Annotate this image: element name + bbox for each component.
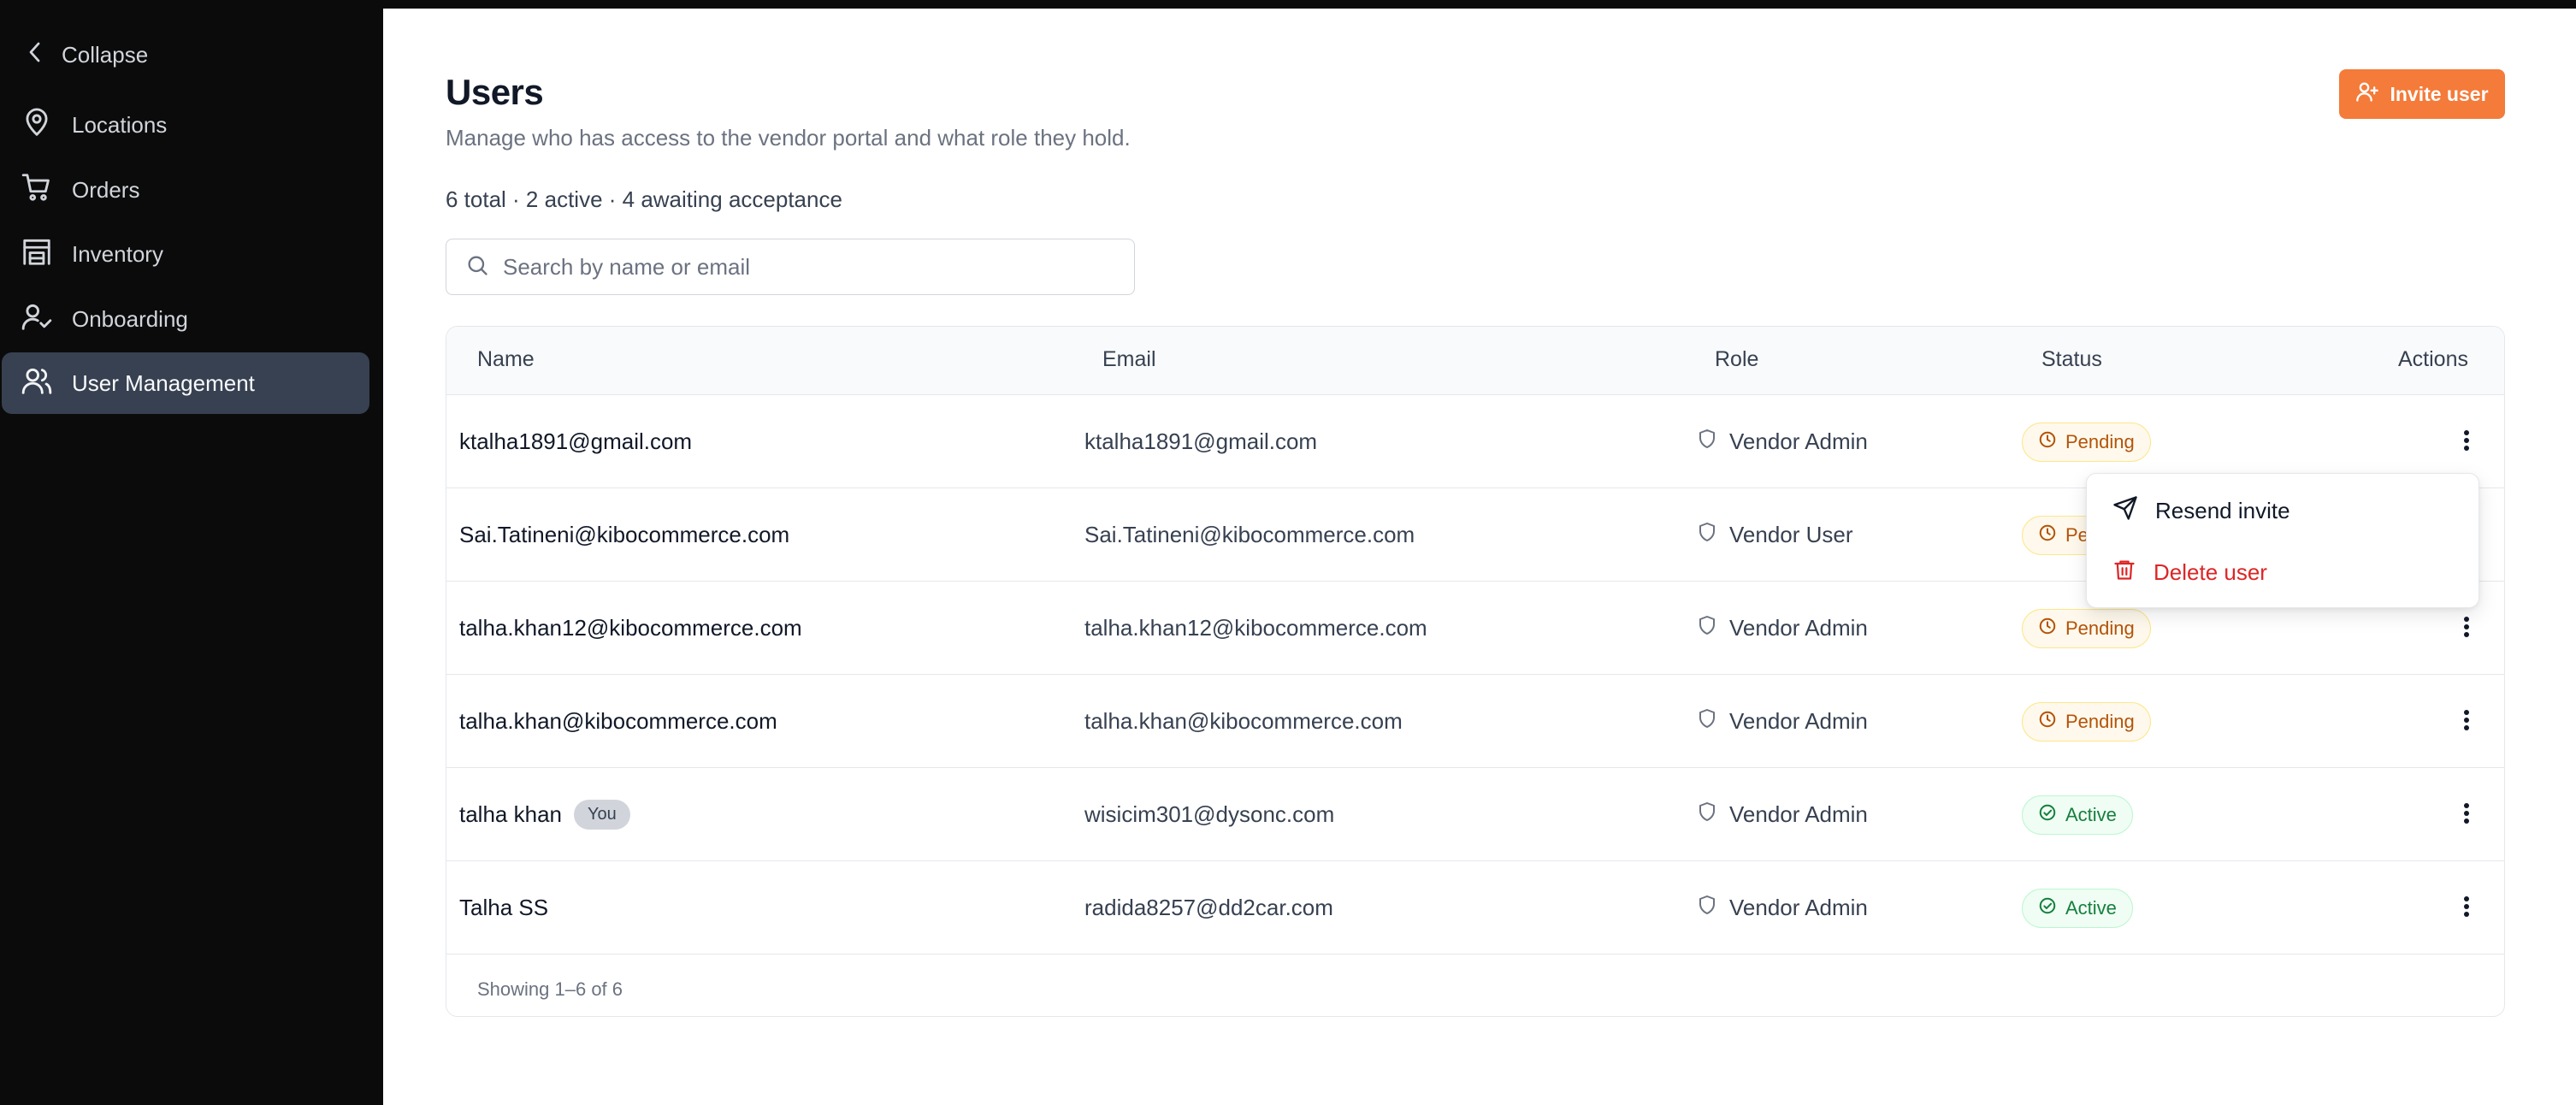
row-actions-button[interactable]: [2448, 703, 2485, 741]
invite-user-label: Invite user: [2390, 82, 2489, 105]
user-name: talha.khan12@kibocommerce.com: [459, 615, 802, 641]
send-icon: [2112, 495, 2138, 527]
search-icon: [465, 253, 489, 281]
search-box: [446, 239, 1135, 295]
you-badge: You: [573, 800, 630, 830]
clock-icon: [2038, 430, 2057, 454]
column-header-actions: Actions: [2398, 347, 2468, 371]
sidebar-item-orders[interactable]: Orders: [2, 159, 369, 221]
shopping-cart-icon: [21, 171, 53, 210]
collapse-label: Collapse: [62, 41, 149, 68]
table-footer: Showing 1–6 of 6: [477, 978, 623, 1000]
table-row: Talha SS radida8257@dd2car.com Vendor Ad…: [446, 861, 2504, 954]
shield-icon: [1697, 801, 1717, 829]
shield-icon: [1697, 707, 1717, 736]
shield-icon: [1697, 894, 1717, 922]
user-name: talha khan: [459, 801, 562, 827]
sidebar-item-label: User Management: [72, 369, 255, 396]
more-vertical-icon: [2462, 801, 2471, 828]
sidebar-item-locations[interactable]: Locations: [2, 94, 369, 156]
user-name: talha.khan@kibocommerce.com: [459, 708, 777, 734]
user-role: Vendor Admin: [1729, 428, 1868, 454]
user-role: Vendor Admin: [1729, 708, 1868, 734]
sidebar-item-label: Orders: [72, 176, 140, 203]
page-subtitle: Manage who has access to the vendor port…: [446, 125, 1131, 151]
user-email: Sai.Tatineni@kibocommerce.com: [1084, 522, 1415, 547]
user-email: talha.khan@kibocommerce.com: [1084, 708, 1403, 734]
status-label: Pending: [2065, 710, 2135, 732]
user-email: wisicim301@dysonc.com: [1084, 801, 1335, 827]
sidebar-item-inventory[interactable]: Inventory: [2, 223, 369, 285]
sidebar-item-onboarding[interactable]: Onboarding: [2, 288, 369, 350]
more-vertical-icon: [2462, 615, 2471, 641]
resend-invite-menu-item[interactable]: Resend invite: [2095, 482, 2472, 539]
user-role: Vendor Admin: [1729, 615, 1868, 641]
shield-icon: [1697, 428, 1717, 456]
row-actions-button[interactable]: [2448, 889, 2485, 927]
status-label: Active: [2065, 896, 2117, 919]
status-badge: Pending: [2022, 608, 2151, 648]
user-name: Talha SS: [459, 895, 549, 920]
check-circle-icon: [2038, 803, 2057, 827]
user-check-icon: [21, 300, 53, 339]
menu-item-label: Resend invite: [2155, 497, 2290, 523]
user-role: Vendor Admin: [1729, 895, 1868, 920]
users-table: Name Email Role Status Actions ktalha189…: [446, 326, 2505, 1017]
more-vertical-icon: [2462, 895, 2471, 921]
menu-item-label: Delete user: [2154, 558, 2267, 585]
user-summary: 6 total · 2 active · 4 awaiting acceptan…: [446, 186, 842, 212]
clock-icon: [2038, 710, 2057, 734]
sidebar: Collapse Locations Orders Inventory Onbo…: [0, 0, 383, 1105]
map-pin-icon: [21, 106, 53, 145]
table-header: Name Email Role Status Actions: [446, 327, 2504, 395]
warehouse-icon: [21, 235, 53, 274]
page-title: Users: [446, 72, 544, 112]
row-actions-button[interactable]: [2448, 796, 2485, 834]
shield-icon: [1697, 614, 1717, 642]
user-email: talha.khan12@kibocommerce.com: [1084, 615, 1427, 641]
clock-icon: [2038, 523, 2057, 547]
more-vertical-icon: [2462, 708, 2471, 735]
column-header-name[interactable]: Name: [477, 347, 535, 372]
collapse-button[interactable]: Collapse: [26, 38, 148, 72]
trash-icon: [2112, 557, 2136, 588]
column-header-status[interactable]: Status: [2041, 347, 2102, 372]
user-role: Vendor Admin: [1729, 801, 1868, 827]
user-name: ktalha1891@gmail.com: [459, 428, 693, 454]
sidebar-item-user-management[interactable]: User Management: [2, 352, 369, 414]
more-vertical-icon: [2462, 428, 2471, 455]
row-actions-button[interactable]: [2448, 423, 2485, 461]
invite-user-button[interactable]: Invite user: [2339, 69, 2505, 119]
status-badge: Pending: [2022, 422, 2151, 462]
status-label: Pending: [2065, 430, 2135, 452]
table-row: talha.khan@kibocommerce.com talha.khan@k…: [446, 675, 2504, 768]
row-actions-menu: Resend invite Delete user: [2086, 473, 2479, 608]
sidebar-item-label: Locations: [72, 111, 168, 138]
status-badge: Active: [2022, 795, 2133, 835]
search-input[interactable]: [503, 253, 1102, 281]
top-bar: [0, 0, 2576, 9]
user-email: ktalha1891@gmail.com: [1084, 428, 1318, 454]
status-label: Active: [2065, 803, 2117, 825]
row-actions-button[interactable]: [2448, 610, 2485, 647]
status-label: Pending: [2065, 617, 2135, 639]
table-row: talha khan You wisicim301@dysonc.com Ven…: [446, 768, 2504, 861]
column-header-email[interactable]: Email: [1102, 347, 1156, 372]
user-plus-icon: [2355, 80, 2379, 109]
user-role: Vendor User: [1729, 522, 1853, 547]
status-badge: Active: [2022, 888, 2133, 928]
clock-icon: [2038, 617, 2057, 641]
check-circle-icon: [2038, 896, 2057, 920]
sidebar-item-label: Onboarding: [72, 305, 188, 332]
user-name: Sai.Tatineni@kibocommerce.com: [459, 522, 790, 547]
users-icon: [21, 364, 53, 403]
sidebar-item-label: Inventory: [72, 240, 163, 267]
shield-icon: [1697, 521, 1717, 549]
delete-user-menu-item[interactable]: Delete user: [2095, 544, 2472, 600]
user-email: radida8257@dd2car.com: [1084, 895, 1333, 920]
status-badge: Pending: [2022, 701, 2151, 742]
chevron-left-icon: [26, 41, 44, 69]
column-header-role[interactable]: Role: [1715, 347, 1758, 372]
